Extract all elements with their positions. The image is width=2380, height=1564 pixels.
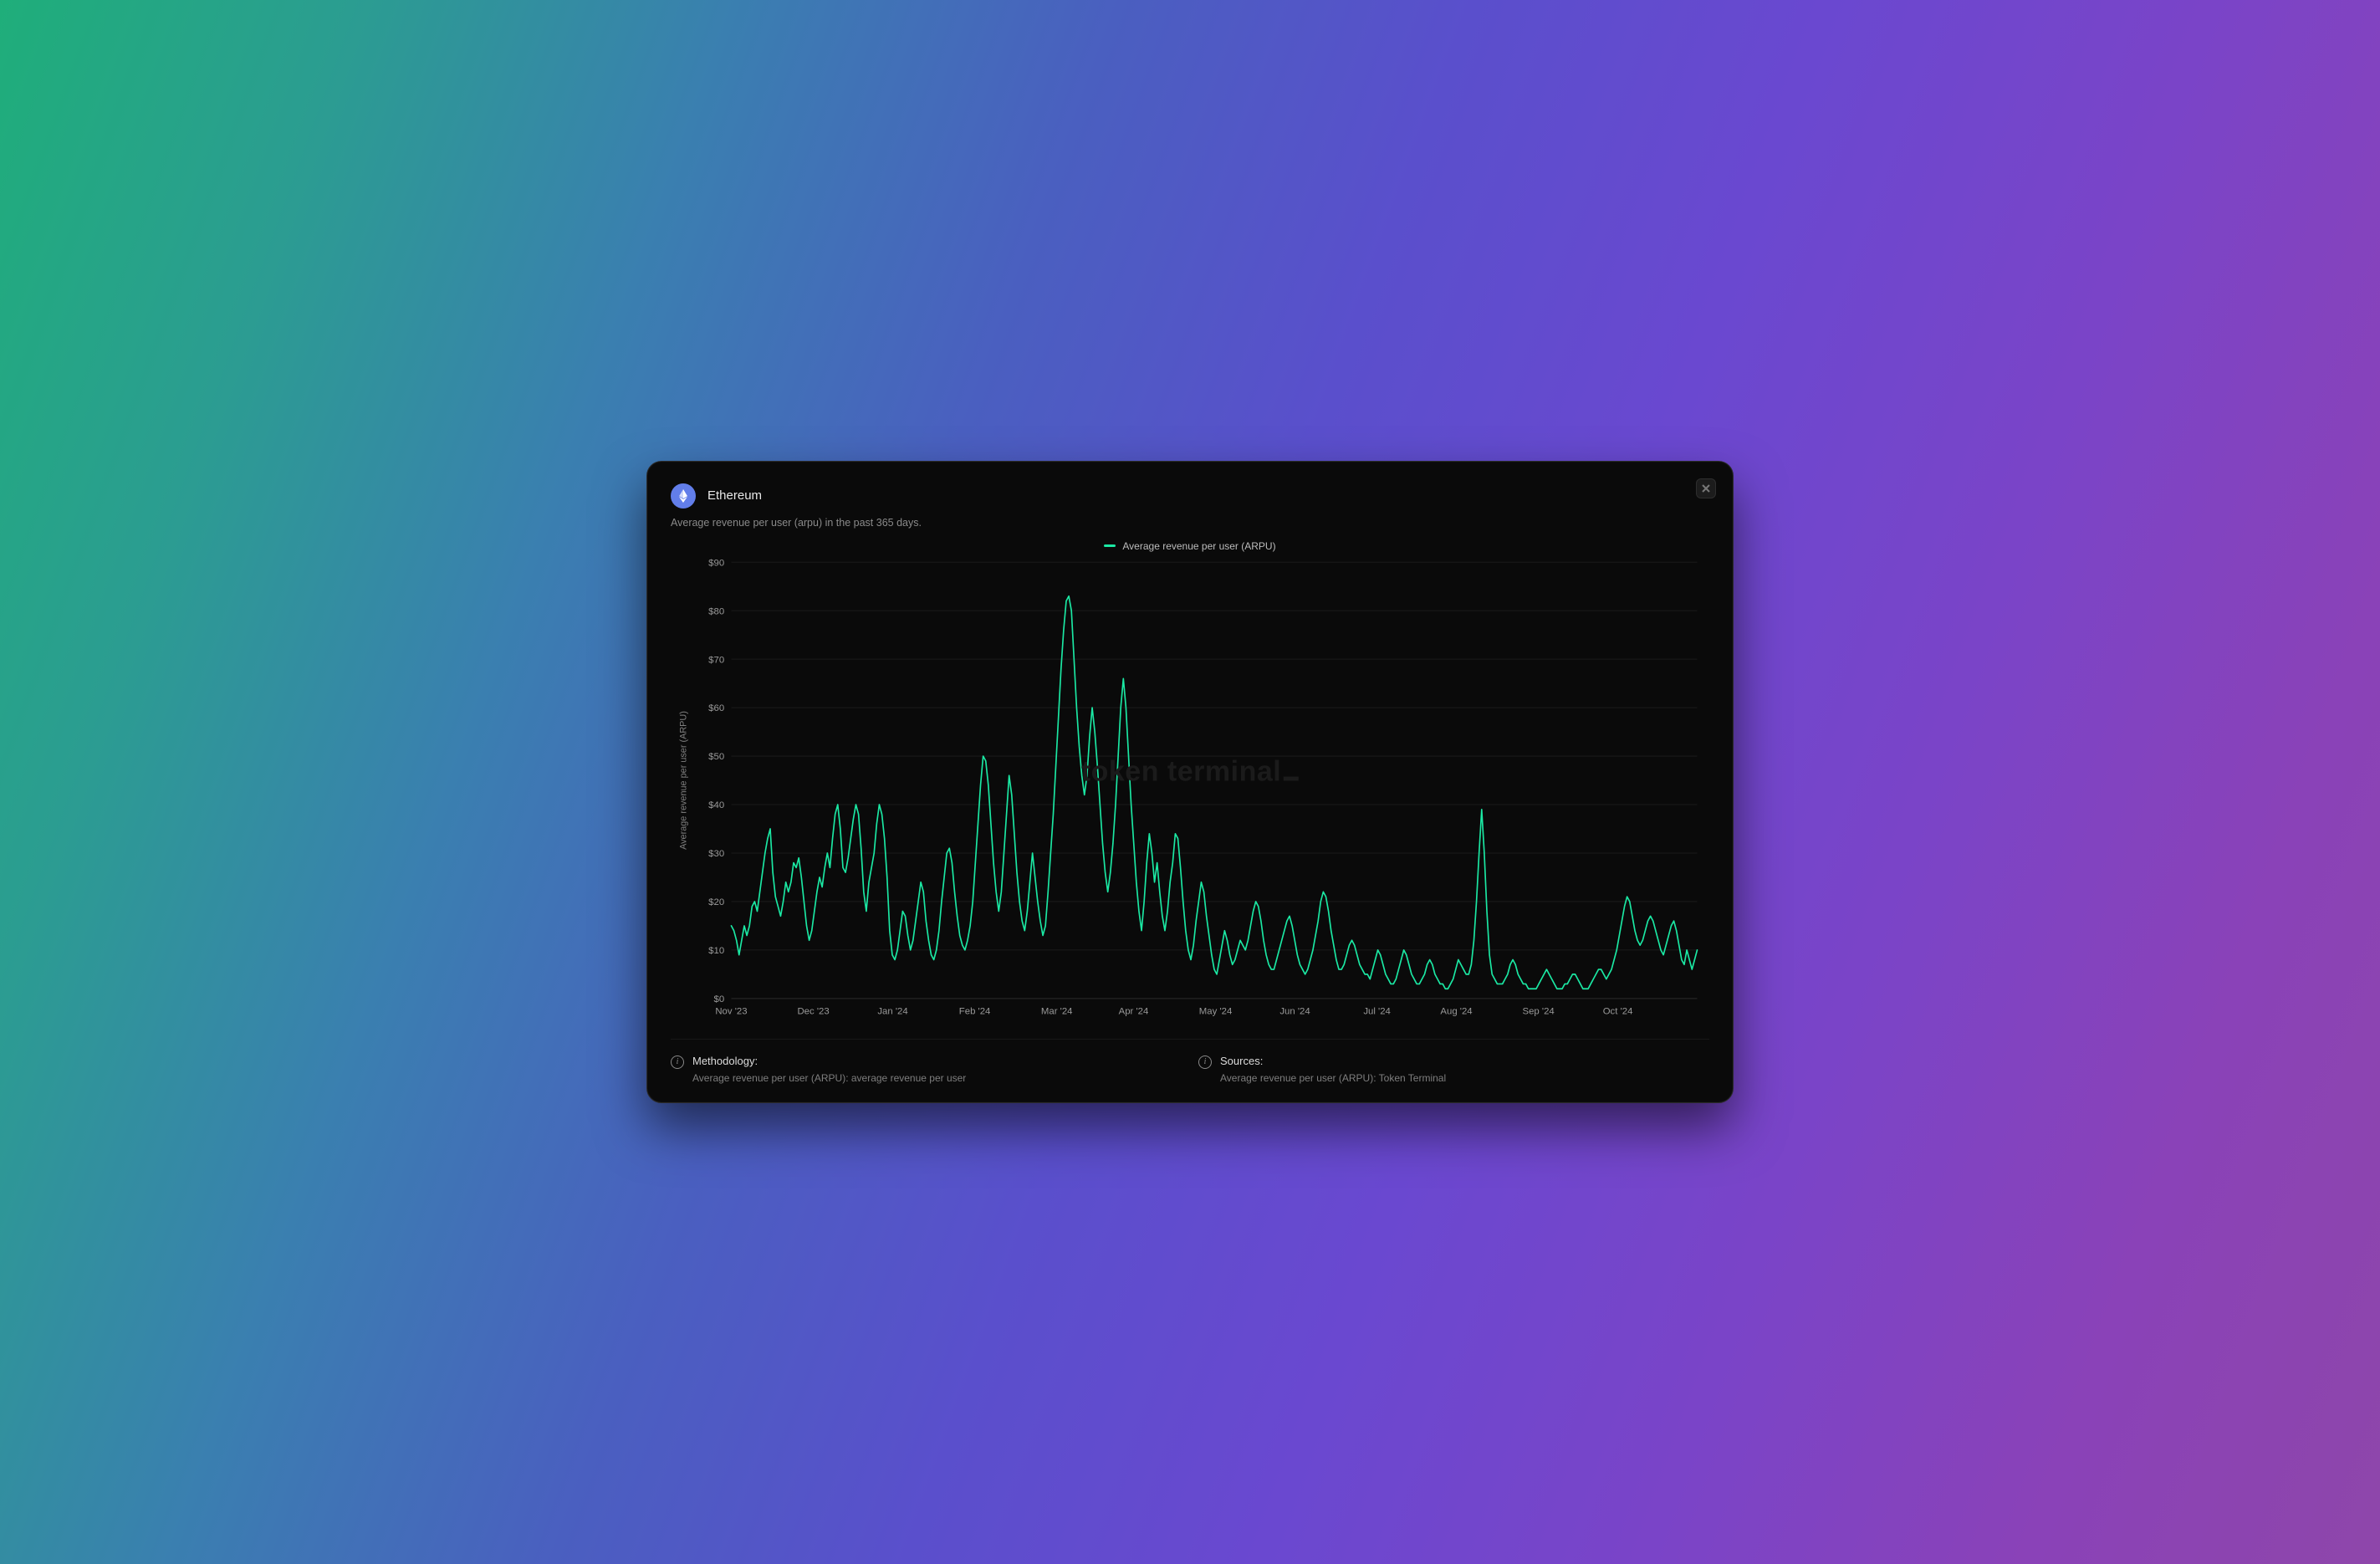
sources-title: Sources: [1220, 1055, 1446, 1067]
info-icon: i [1198, 1055, 1212, 1069]
ethereum-icon [671, 483, 696, 509]
svg-text:$0: $0 [714, 994, 725, 1004]
methodology-body: Average revenue per user (ARPU): average… [692, 1072, 966, 1084]
panel-title: Ethereum [707, 488, 762, 503]
svg-text:$50: $50 [708, 752, 724, 762]
svg-text:$70: $70 [708, 655, 724, 665]
panel-subtitle: Average revenue per user (arpu) in the p… [671, 517, 1709, 529]
svg-text:Sep '24: Sep '24 [1523, 1006, 1555, 1016]
svg-text:Apr '24: Apr '24 [1119, 1006, 1149, 1016]
svg-text:Jan '24: Jan '24 [877, 1006, 907, 1016]
svg-text:$20: $20 [708, 897, 724, 907]
legend-swatch [1104, 544, 1116, 547]
svg-text:Jun '24: Jun '24 [1279, 1006, 1310, 1016]
svg-text:$30: $30 [708, 849, 724, 859]
svg-text:Jul '24: Jul '24 [1363, 1006, 1391, 1016]
svg-text:Nov '23: Nov '23 [715, 1006, 747, 1016]
svg-text:Mar '24: Mar '24 [1041, 1006, 1073, 1016]
close-icon [1702, 484, 1710, 493]
sources-body: Average revenue per user (ARPU): Token T… [1220, 1072, 1446, 1084]
chart-area: token terminal $0$10$20$30$40$50$60$70$8… [671, 557, 1709, 1025]
panel-header: Ethereum [671, 483, 1709, 509]
info-icon: i [671, 1055, 684, 1069]
svg-text:Dec '23: Dec '23 [797, 1006, 829, 1016]
chart-legend: Average revenue per user (ARPU) [671, 540, 1709, 552]
svg-text:Aug '24: Aug '24 [1440, 1006, 1472, 1016]
svg-text:$40: $40 [708, 800, 724, 810]
methodology-block: i Methodology: Average revenue per user … [671, 1055, 1182, 1084]
svg-text:Average revenue per user (ARPU: Average revenue per user (ARPU) [679, 711, 689, 850]
svg-text:$10: $10 [708, 946, 724, 956]
svg-text:$80: $80 [708, 606, 724, 616]
svg-text:Feb '24: Feb '24 [959, 1006, 991, 1016]
sources-block: i Sources: Average revenue per user (ARP… [1198, 1055, 1709, 1084]
svg-text:$90: $90 [708, 558, 724, 568]
panel-footer: i Methodology: Average revenue per user … [671, 1039, 1709, 1084]
svg-text:$60: $60 [708, 703, 724, 713]
svg-text:May '24: May '24 [1199, 1006, 1232, 1016]
methodology-title: Methodology: [692, 1055, 966, 1067]
line-chart[interactable]: $0 $10 $20 $30 $40 $50 $60 $70 $80 $90 Average rev… [671, 557, 1709, 1025]
legend-label: Average revenue per user (ARPU) [1122, 540, 1275, 552]
chart-panel: Ethereum Average revenue per user (arpu)… [646, 461, 1734, 1104]
svg-text:Oct '24: Oct '24 [1603, 1006, 1633, 1016]
close-button[interactable] [1696, 478, 1716, 498]
